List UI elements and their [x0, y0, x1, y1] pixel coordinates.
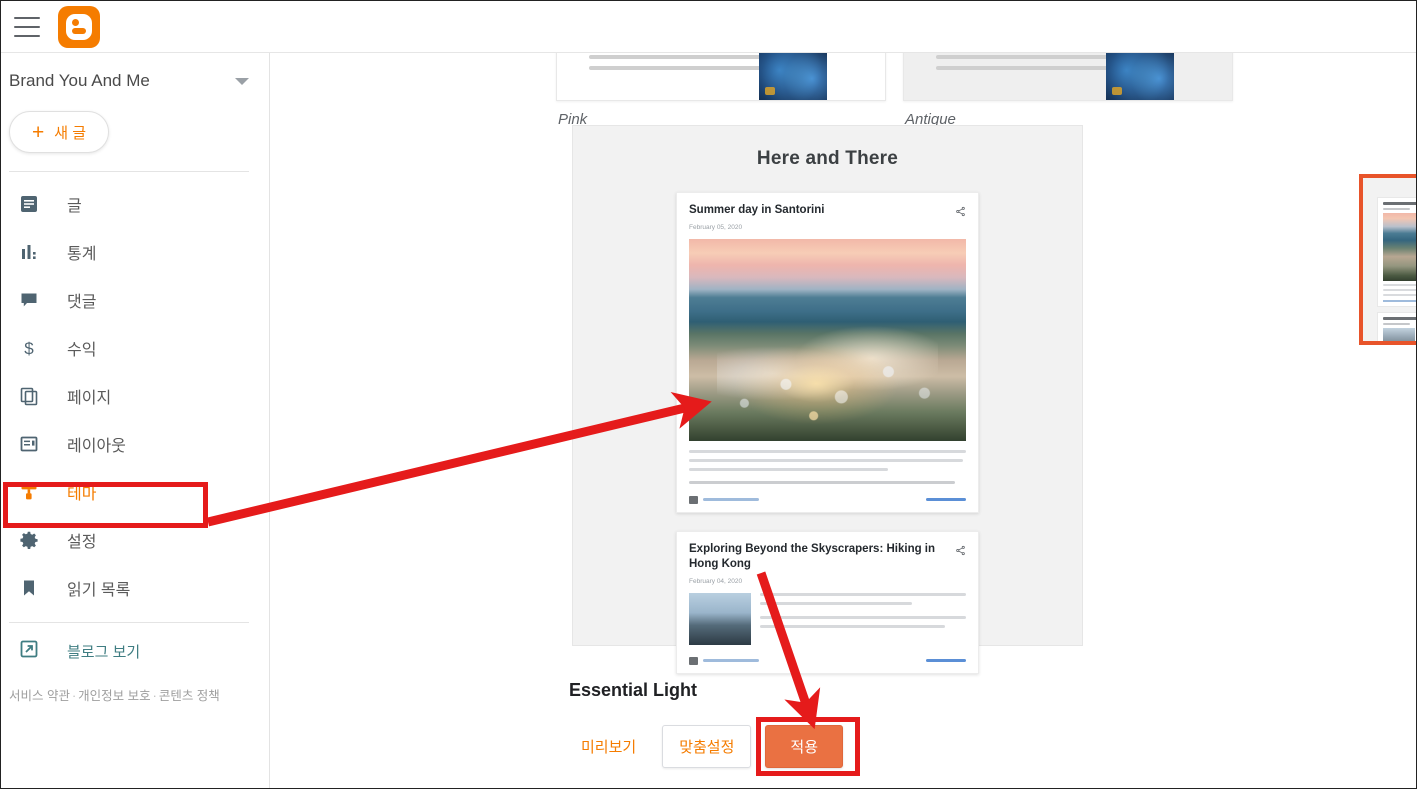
dollar-earnings-icon: $ [19, 336, 45, 360]
preview-post-footer [689, 656, 966, 665]
post-comment-link[interactable] [689, 656, 759, 665]
santorini-sunset-photo [1383, 213, 1416, 281]
legal-separator: · [152, 689, 157, 703]
theme-card-antique[interactable]: Antique [903, 53, 1233, 128]
sidebar-item-label: 페이지 [67, 390, 112, 407]
sidebar-item-label: 읽기 목록 [67, 582, 131, 599]
share-icon [955, 543, 966, 555]
top-app-bar [1, 1, 1416, 53]
comment-bubble-icon [689, 656, 698, 665]
sidebar: Brand You And Me + 새 글 글 통계 댓글 $ 수익 페이지 … [1, 53, 270, 788]
theme-preview[interactable]: Here and There Summer day in Santorini F… [572, 125, 1083, 674]
selected-theme-thumbnail[interactable]: Here and There [1359, 174, 1416, 345]
legal-separator: · [71, 689, 77, 703]
sidebar-item-label: 테마 [67, 486, 97, 503]
terms-link[interactable]: 서비스 약관 [9, 689, 70, 703]
sidebar-item-earnings[interactable]: $ 수익 [1, 324, 269, 372]
main-content: Pink Antique Here and There Summer day i… [271, 53, 1416, 788]
gear-settings-icon [19, 528, 45, 552]
hamburger-menu-icon[interactable] [14, 16, 40, 37]
privacy-link[interactable]: 개인정보 보호 [78, 689, 150, 703]
theme-card-pink[interactable]: Pink [556, 53, 886, 128]
view-blog-label: 블로그 보기 [67, 643, 141, 661]
preview-blog-title: Here and There [756, 148, 899, 169]
theme-preview-lines [904, 53, 1134, 77]
preview-post-date: February 05, 2020 [689, 223, 743, 231]
bookmark-reading-list-icon [19, 576, 45, 600]
customize-button[interactable]: 맞춤설정 [662, 725, 752, 768]
preview-post-date: February 04, 2020 [689, 577, 743, 585]
sidebar-divider [9, 171, 249, 172]
blog-selector[interactable]: Brand You And Me [1, 53, 269, 103]
sidebar-divider-bottom [9, 622, 249, 623]
sidebar-item-theme[interactable]: 테마 [1, 468, 269, 516]
legal-links: 서비스 약관 · 개인정보 보호 · 콘텐츠 정책 [1, 673, 269, 704]
thumbnail-post-card [1377, 197, 1416, 307]
preview-post-body [689, 592, 966, 645]
sidebar-item-label: 수익 [67, 342, 97, 359]
plus-icon: + [32, 120, 45, 144]
santorini-sunset-photo [689, 238, 966, 441]
sidebar-item-label: 레이아웃 [67, 438, 126, 455]
sidebar-item-reading-list[interactable]: 읽기 목록 [1, 564, 269, 612]
preview-post-card: Summer day in Santorini February 05, 202… [676, 192, 979, 513]
sidebar-item-stats[interactable]: 통계 [1, 228, 269, 276]
preview-button[interactable]: 미리보기 [569, 728, 648, 765]
new-post-label: 새 글 [54, 124, 87, 142]
blog-name-label: Brand You And Me [9, 71, 150, 90]
external-link-icon [19, 639, 45, 663]
comment-bubble-icon [689, 495, 698, 504]
globe-photo [759, 53, 827, 100]
sidebar-item-layout[interactable]: 레이아웃 [1, 420, 269, 468]
theme-actions: 미리보기 맞춤설정 적용 [569, 725, 844, 768]
svg-text:$: $ [24, 339, 34, 358]
new-post-button[interactable]: + 새 글 [9, 111, 110, 153]
sidebar-item-pages[interactable]: 페이지 [1, 372, 269, 420]
theme-preview-lines [557, 53, 787, 77]
thumbnail-post-card [1377, 312, 1416, 341]
sidebar-item-settings[interactable]: 설정 [1, 516, 269, 564]
sidebar-item-comments[interactable]: 댓글 [1, 276, 269, 324]
thumbnail-blog-title: Here and There [1377, 185, 1416, 191]
read-more-link[interactable] [926, 498, 966, 502]
paint-roller-theme-icon [19, 480, 45, 504]
sidebar-item-label: 글 [67, 198, 82, 215]
preview-post-card: Exploring Beyond the Skyscrapers: Hiking… [676, 530, 979, 674]
theme-grid-top-row: Pink Antique [271, 53, 1416, 128]
sidebar-item-label: 설정 [67, 534, 97, 551]
pages-icon [19, 384, 45, 408]
preview-post-body [689, 449, 966, 484]
content-policy-link[interactable]: 콘텐츠 정책 [159, 689, 220, 703]
share-icon [955, 204, 966, 217]
hong-kong-skyline-photo [1383, 328, 1415, 341]
hong-kong-skyline-photo [689, 592, 751, 645]
page-title: Essential Light [569, 680, 698, 700]
theme-thumbnail[interactable] [903, 53, 1233, 101]
sidebar-item-label: 통계 [67, 246, 97, 263]
view-blog-link[interactable]: 블로그 보기 [1, 629, 269, 673]
preview-post-title: Exploring Beyond the Skyscrapers: Hiking… [689, 542, 936, 571]
theme-thumbnail[interactable] [556, 53, 886, 101]
preview-post-title: Summer day in Santorini [689, 204, 825, 216]
stats-bar-chart-icon [19, 240, 45, 264]
apply-button[interactable]: 적용 [765, 725, 844, 768]
sidebar-item-posts[interactable]: 글 [1, 180, 269, 228]
preview-post-footer [689, 495, 966, 504]
sidebar-item-label: 댓글 [67, 294, 97, 311]
comment-bubble-icon [19, 288, 45, 312]
read-more-link[interactable] [926, 659, 966, 663]
posts-icon [19, 192, 45, 216]
layout-icon [19, 432, 45, 456]
chevron-down-icon [235, 77, 249, 85]
blogger-theme-page: Brand You And Me + 새 글 글 통계 댓글 $ 수익 페이지 … [0, 0, 1417, 789]
blogger-logo-icon[interactable] [58, 5, 100, 48]
globe-photo [1106, 53, 1174, 100]
post-comment-link[interactable] [689, 495, 759, 504]
